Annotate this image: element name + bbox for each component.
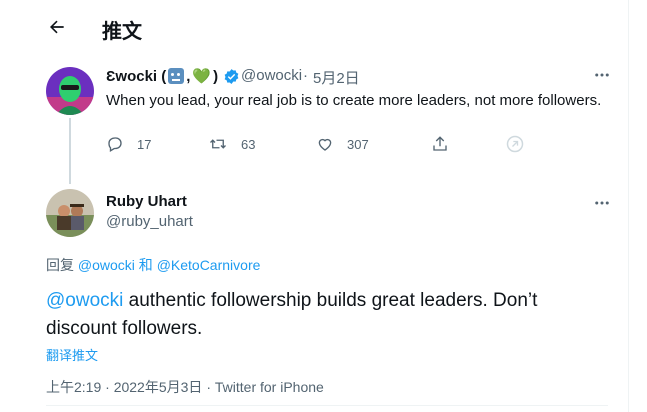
translate-link[interactable]: 翻译推文 bbox=[46, 345, 98, 364]
tweet-actions: 17 63 307 bbox=[106, 132, 526, 156]
tweet-text: When you lead, your real job is to creat… bbox=[106, 92, 602, 109]
reply-button[interactable]: 17 bbox=[106, 132, 151, 156]
author-handle[interactable]: @ruby_uhart bbox=[106, 213, 193, 230]
more-icon bbox=[595, 73, 609, 77]
like-icon bbox=[318, 138, 332, 151]
like-button[interactable]: 307 bbox=[316, 132, 369, 156]
tweet-time-link[interactable]: 上午2:19 · 2022年5月3日 bbox=[46, 379, 202, 395]
source-link[interactable]: Twitter for iPhone bbox=[215, 379, 324, 395]
tip-icon bbox=[506, 135, 524, 153]
thread-line bbox=[69, 118, 71, 184]
tweet-meta: 上午2:19 · 2022年5月3日 · Twitter for iPhone bbox=[46, 379, 324, 395]
back-arrow-icon bbox=[50, 20, 64, 34]
green-heart-emoji-icon: 💚 bbox=[192, 68, 212, 85]
avatar[interactable] bbox=[46, 67, 94, 115]
avatar[interactable] bbox=[46, 189, 94, 237]
retweet-button[interactable]: 63 bbox=[208, 132, 255, 156]
verified-badge-icon bbox=[224, 68, 239, 84]
more-icon bbox=[595, 201, 609, 205]
replying-and: 和 bbox=[138, 257, 153, 273]
tweet-text: @owocki authentic followership builds gr… bbox=[46, 290, 538, 339]
author-name[interactable]: Ɛwocki ( , 💚 ) bbox=[106, 67, 240, 85]
replying-to: 回复 @owocki 和 @KetoCarnivore bbox=[46, 257, 261, 273]
retweet-count: 63 bbox=[241, 136, 256, 152]
share-button[interactable] bbox=[431, 132, 449, 156]
robot-emoji-icon bbox=[168, 68, 185, 84]
reply-icon bbox=[108, 137, 122, 152]
retweet-icon bbox=[210, 139, 226, 149]
author-name[interactable]: Ruby Uhart bbox=[106, 193, 187, 210]
page-title: 推文 bbox=[102, 19, 142, 43]
back-button[interactable] bbox=[44, 14, 70, 40]
separator-dot: · bbox=[303, 67, 308, 84]
header: 推文 bbox=[0, 0, 647, 54]
more-button[interactable] bbox=[593, 194, 611, 217]
mention-link[interactable]: @owocki bbox=[78, 257, 135, 273]
mention-link[interactable]: @owocki bbox=[46, 290, 123, 311]
tip-button[interactable] bbox=[505, 132, 525, 156]
divider bbox=[46, 405, 608, 406]
like-count: 307 bbox=[347, 136, 369, 152]
reply-count: 17 bbox=[137, 136, 152, 152]
column-border bbox=[628, 0, 629, 412]
mention-link[interactable]: @KetoCarnivore bbox=[157, 257, 261, 273]
more-button[interactable] bbox=[593, 66, 611, 89]
author-handle[interactable]: @owocki bbox=[241, 67, 302, 84]
share-icon bbox=[433, 136, 447, 151]
tweet-date[interactable]: 5月2日 bbox=[313, 67, 360, 88]
